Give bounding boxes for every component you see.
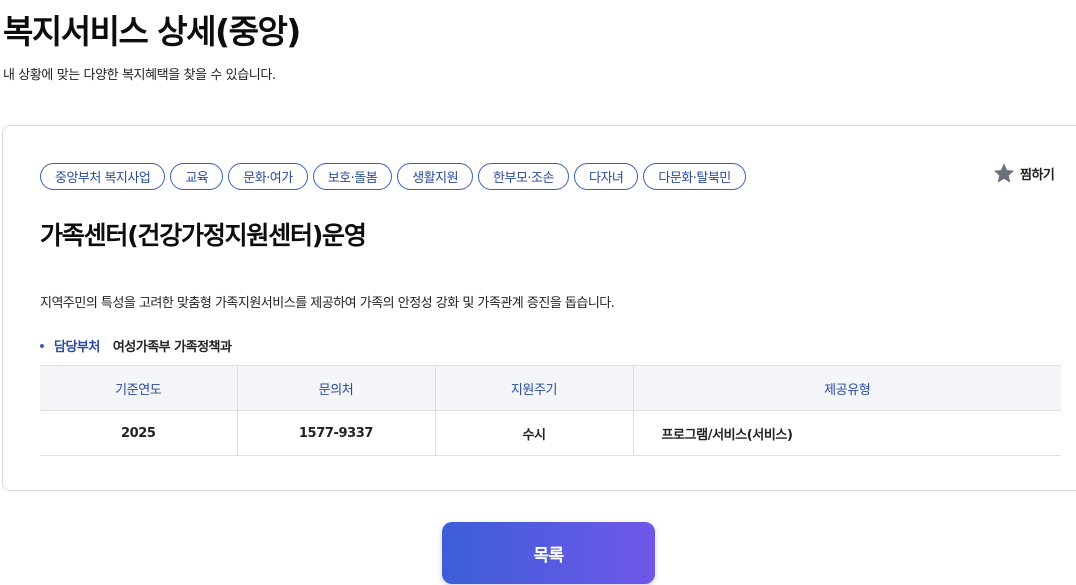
page-title: 복지서비스 상세(중앙) — [3, 12, 301, 51]
table-row: 2025 1577-9337 수시 프로그램/서비스(서비스) — [40, 410, 1061, 456]
page-subtitle: 내 상황에 맞는 다양한 복지혜택을 찾을 수 있습니다. — [3, 68, 276, 83]
table-header-cell: 제공유형 — [632, 365, 1061, 411]
service-title: 가족센터(건강가정지원센터)운영 — [40, 221, 367, 250]
department-info: 담당부처 여성가족부 가족정책과 — [40, 336, 232, 355]
star-icon — [993, 163, 1015, 183]
service-description: 지역주민의 특성을 고려한 맞춤형 가족지원서비스를 제공하여 가족의 안정성 … — [40, 296, 615, 311]
table-header-cell: 지원주기 — [434, 365, 633, 411]
table-cell-type: 프로그램/서비스(서비스) — [632, 410, 1061, 456]
table-header-cell: 문의처 — [236, 365, 435, 411]
category-tag[interactable]: 교육 — [170, 163, 224, 190]
list-button[interactable]: 목록 — [442, 522, 655, 584]
department-label: 담당부처 — [54, 340, 100, 355]
category-tag[interactable]: 다자녀 — [573, 163, 639, 190]
table-cell-year: 2025 — [40, 410, 237, 456]
bullet-dot — [40, 343, 44, 348]
category-tag[interactable]: 생활지원 — [397, 163, 474, 190]
table-header-cell: 기준연도 — [40, 365, 237, 411]
bookmark-button[interactable]: 찜하기 — [992, 162, 1055, 185]
table-cell-cycle: 수시 — [434, 410, 633, 456]
category-tag[interactable]: 한부모·조손 — [478, 163, 569, 190]
table-cell-contact: 1577-9337 — [236, 410, 435, 456]
category-tag[interactable]: 보호·돌봄 — [312, 163, 393, 190]
service-info-table: 기준연도 문의처 지원주기 제공유형 2025 1577-9337 수시 프로그… — [40, 365, 1061, 456]
category-tag[interactable]: 다문화·탈북민 — [643, 163, 746, 190]
department-value: 여성가족부 가족정책과 — [112, 340, 232, 355]
table-header-row: 기준연도 문의처 지원주기 제공유형 — [40, 365, 1061, 411]
category-tag[interactable]: 중앙부처 복지사업 — [40, 163, 166, 190]
category-tag[interactable]: 문화·여가 — [228, 163, 308, 190]
category-tag-list: 중앙부처 복지사업 교육 문화·여가 보호·돌봄 생활지원 한부모·조손 다자녀… — [40, 163, 746, 190]
service-detail-card: 중앙부처 복지사업 교육 문화·여가 보호·돌봄 생활지원 한부모·조손 다자녀… — [2, 125, 1076, 491]
bookmark-label: 찜하기 — [1020, 168, 1055, 183]
